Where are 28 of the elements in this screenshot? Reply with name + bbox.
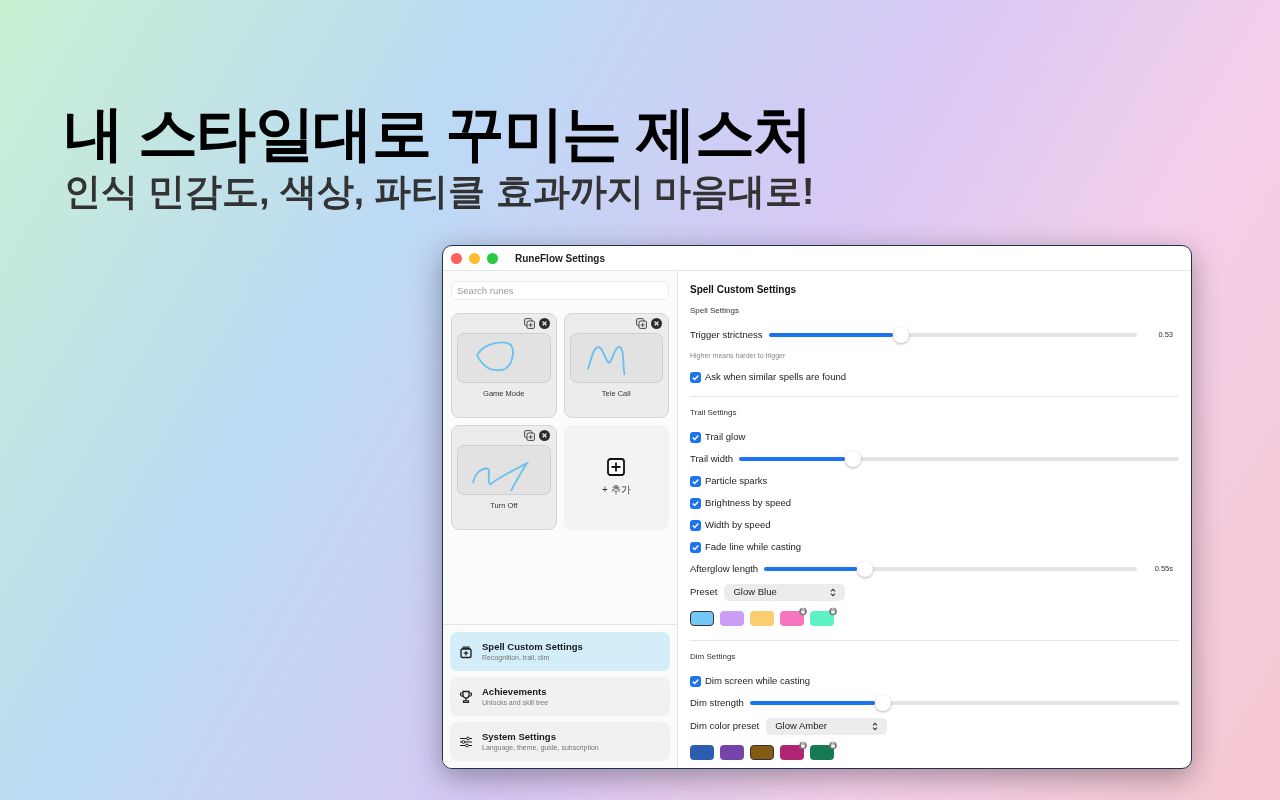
subheadline: 인식 민감도, 색상, 파티클 효과까지 마음대로! (64, 170, 816, 214)
checkbox-row[interactable]: Particle sparks (690, 470, 1179, 492)
panel-title: Spell Custom Settings (690, 283, 798, 297)
section-title: Dim Settings (690, 651, 737, 663)
slider-label: Trigger strictness (690, 327, 763, 342)
slider-label: Afterglow length (690, 561, 759, 576)
preset-dropdown[interactable]: Glow Amber (766, 717, 888, 735)
select-label: Preset (690, 584, 718, 599)
section-title: Spell Settings (690, 305, 740, 317)
checkbox-row[interactable]: Brightness by speed (690, 492, 1179, 514)
nav-title: Spell Custom Settings (482, 641, 583, 652)
headline: 내 스타일대로 꾸미는 제스처 (64, 99, 813, 169)
nav-title: System Settings (482, 731, 557, 742)
slider-label: Dim strength (690, 695, 744, 710)
window-title: RuneFlow Settings (515, 251, 605, 266)
add-card[interactable]: + 추가 (563, 425, 669, 530)
checkbox-row[interactable]: Fade line while casting (690, 536, 1179, 558)
add-label: + 추가 (601, 483, 631, 497)
checkbox-row[interactable]: Trail glow (690, 426, 1179, 448)
checkbox-row[interactable]: Width by speed (690, 514, 1179, 536)
search-field[interactable]: Search runes (451, 281, 669, 300)
preset-dropdown[interactable]: Glow Blue (724, 583, 846, 601)
select-label: Dim color preset (690, 718, 760, 733)
checkbox-row[interactable]: Dim screen while casting (690, 670, 1179, 692)
slider-label: Trail width (690, 451, 733, 466)
nav-title: Achievements (482, 686, 548, 697)
section-title: Trail Settings (690, 407, 738, 419)
checkbox-row[interactable]: Ask when similar spells are found (690, 366, 1179, 388)
